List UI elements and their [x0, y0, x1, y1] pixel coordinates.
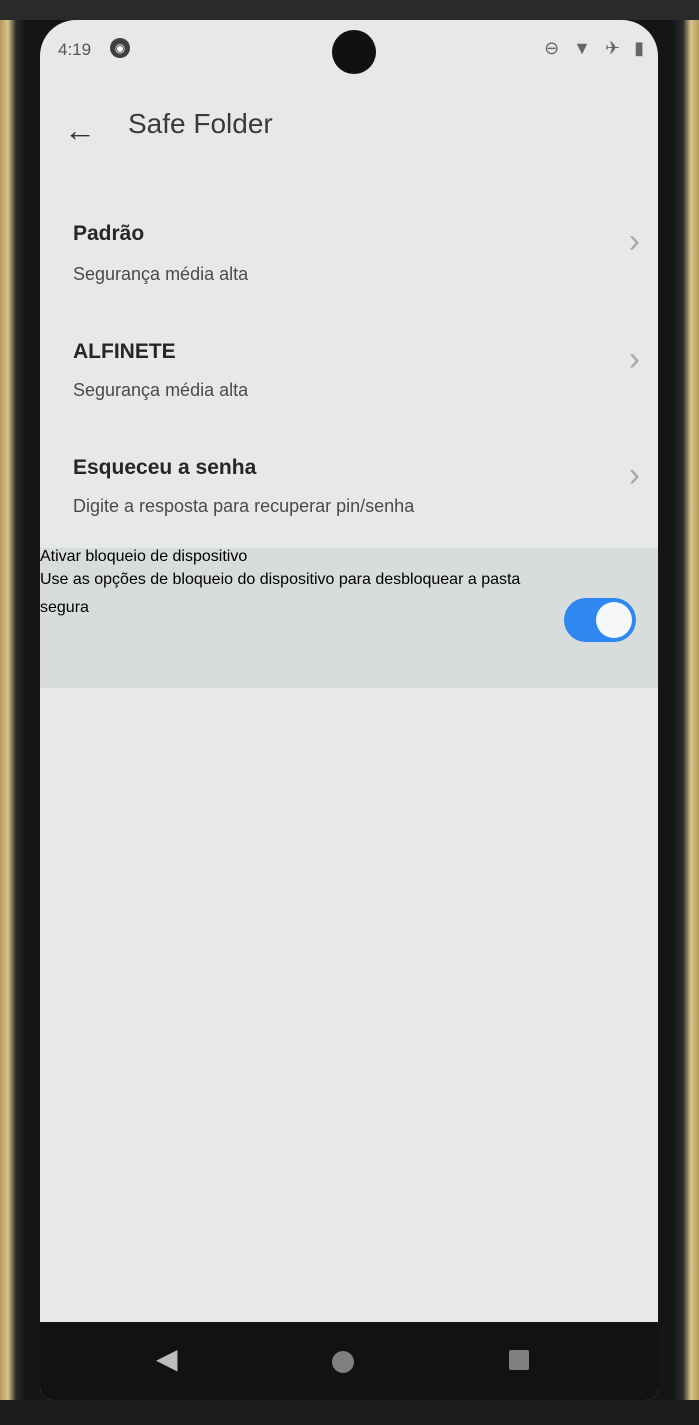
back-button[interactable]: ← [64, 110, 104, 150]
list-item-forgot-password[interactable]: Esqueceu a senha Digite a resposta para … [40, 434, 658, 534]
battery-icon: ▮ [634, 38, 644, 58]
app-bar: ← Safe Folder [40, 90, 658, 160]
nav-recents-button[interactable] [509, 1350, 529, 1370]
chevron-right-icon: › [628, 456, 640, 494]
chevron-right-icon: › [628, 340, 640, 378]
system-navigation-bar: ◀ [40, 1322, 658, 1400]
device-top-bezel [0, 0, 699, 20]
list-item-title: Padrão [73, 222, 145, 245]
list-item-title: Esqueceu a senha [73, 456, 257, 479]
list-item-pin[interactable]: ALFINETE Segurança média alta › [40, 318, 658, 418]
status-time: 4:19 [58, 40, 92, 59]
toggle-knob [596, 602, 632, 638]
list-item-subtitle: Segurança média alta [73, 264, 249, 284]
chevron-right-icon: › [628, 222, 640, 260]
triangle-back-icon: ◀ [156, 1343, 178, 1374]
list-item-subtitle: Digite a resposta para recuperar pin/sen… [73, 496, 415, 516]
arrow-left-icon: ← [64, 112, 96, 148]
device-lock-title: Ativar bloqueio de dispositivo [40, 548, 248, 565]
list-item-title: ALFINETE [73, 340, 176, 363]
device-lock-subtitle: Use as opções de bloqueio do dispositivo… [40, 571, 521, 616]
page-title: Safe Folder [128, 108, 273, 139]
status-bar: 4:19 ◉ ⊖ ▼ ✈ ▮ [40, 20, 658, 80]
app-notification-icon: ◉ [110, 38, 130, 58]
do-not-disturb-icon: ⊖ [544, 38, 560, 58]
nav-back-button[interactable]: ◀ [156, 1342, 186, 1378]
nav-home-button[interactable] [332, 1351, 354, 1373]
list-item-subtitle: Segurança média alta [73, 380, 249, 400]
list-item-pattern[interactable]: Padrão Segurança média alta › [40, 200, 658, 300]
airplane-icon: ✈ [605, 38, 621, 58]
wifi-icon: ▼ [573, 38, 591, 58]
device-bottom-bezel [0, 1400, 699, 1425]
phone-screen: 4:19 ◉ ⊖ ▼ ✈ ▮ ← Safe Folder Padrão Segu… [40, 20, 658, 1400]
device-lock-toggle[interactable] [564, 598, 636, 642]
status-icons: ⊖ ▼ ✈ ▮ [544, 38, 644, 59]
device-lock-setting[interactable]: Ativar bloqueio de dispositivo Use as op… [40, 548, 658, 688]
